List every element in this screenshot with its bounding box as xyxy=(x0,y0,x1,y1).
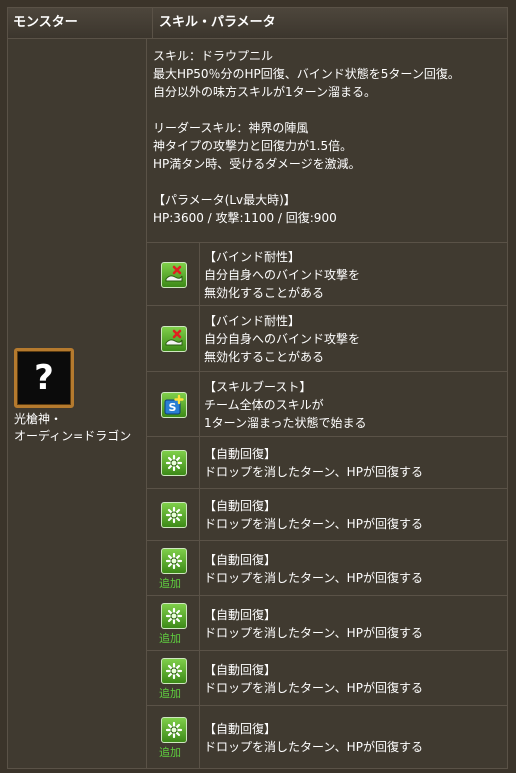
awakening-description: 自分自身へのバインド攻撃を xyxy=(204,268,361,282)
row-divider xyxy=(199,541,200,596)
header-monster: モンスター xyxy=(13,15,78,30)
additional-awakening-label: 追加 xyxy=(159,632,181,645)
monster-thumbnail[interactable]: ? xyxy=(14,348,74,408)
monster-name-line2: オーディン=ドラゴン xyxy=(14,429,132,443)
skill-description-1: 最大HP50％分のHP回復、バインド状態を5ターン回復。 xyxy=(153,67,460,81)
awakening-text: 【スキルブースト】 チーム全体のスキルが 1ターン溜まった状態で始まる xyxy=(204,378,367,432)
awakening-description: ドロップを消したターン、HPが回復する xyxy=(204,681,423,695)
row-divider xyxy=(199,706,200,769)
table-header: モンスター スキル・パラメータ xyxy=(8,8,507,39)
parameter-values: HP:3600 / 攻撃:1100 / 回復:900 xyxy=(153,211,337,225)
auto-heal-icon[interactable] xyxy=(161,658,187,684)
awakening-text: 【自動回復】ドロップを消したターン、HPが回復する xyxy=(204,497,423,533)
skill-boost-icon[interactable]: S xyxy=(161,392,187,418)
awakening-row: 追加 【自動回復】ドロップを消したターン、HPが回復する xyxy=(147,540,507,596)
awakening-text: 【バインド耐性】自分自身へのバインド攻撃を 無効化することがある xyxy=(204,248,360,302)
row-divider xyxy=(199,306,200,372)
awakening-description: チーム全体のスキルが xyxy=(204,398,324,412)
auto-heal-icon[interactable] xyxy=(161,502,187,528)
auto-heal-icon[interactable] xyxy=(161,717,187,743)
leader-skill-description-1: 神タイプの攻撃力と回復力が1.5倍。 xyxy=(153,139,353,153)
skill-description-2: 自分以外の味方スキルが1ターン溜まる。 xyxy=(153,85,377,99)
awakening-title: 【バインド耐性】 xyxy=(204,314,301,328)
awakening-description: 自分自身へのバインド攻撃を xyxy=(204,332,361,346)
awakening-row: S 【スキルブースト】 チーム全体のスキルが 1ターン溜まった状態で始まる xyxy=(147,371,507,437)
awakening-description: 無効化することがある xyxy=(204,286,325,300)
monster-skill-table: モンスター スキル・パラメータ ? 光槍神・ オーディン=ドラゴン スキル：ドラ… xyxy=(7,7,508,769)
row-divider xyxy=(199,437,200,489)
awakening-row: 追加 【自動回復】ドロップを消したターン、HPが回復する xyxy=(147,595,507,651)
row-divider xyxy=(199,651,200,706)
additional-awakening-label: 追加 xyxy=(159,687,181,700)
bind-resist-icon[interactable] xyxy=(161,262,187,288)
awakening-title: 【自動回復】 xyxy=(204,608,277,622)
awakening-text: 【自動回復】ドロップを消したターン、HPが回復する xyxy=(204,551,423,587)
auto-heal-icon[interactable] xyxy=(161,548,187,574)
awakening-description: ドロップを消したターン、HPが回復する xyxy=(204,517,423,531)
svg-text:S: S xyxy=(169,401,177,414)
awakening-description: ドロップを消したターン、HPが回復する xyxy=(204,571,423,585)
skill-info-block: スキル：ドラウプニル 最大HP50％分のHP回復、バインド状態を5ターン回復。 … xyxy=(147,39,507,227)
awakening-text: 【自動回復】ドロップを消したターン、HPが回復する xyxy=(204,445,423,481)
awakening-title: 【自動回復】 xyxy=(204,722,277,736)
awakening-row: 【自動回復】ドロップを消したターン、HPが回復する xyxy=(147,436,507,489)
row-divider xyxy=(199,596,200,651)
awakening-row: 【バインド耐性】自分自身へのバインド攻撃を 無効化することがある xyxy=(147,305,507,372)
unknown-monster-icon: ? xyxy=(34,358,54,398)
monster-name-line1: 光槍神・ xyxy=(14,412,63,426)
bind-resist-icon[interactable] xyxy=(161,326,187,352)
skill-name: スキル：ドラウプニル xyxy=(153,49,274,63)
awakening-description: ドロップを消したターン、HPが回復する xyxy=(204,626,423,640)
header-skill-parameter: スキル・パラメータ xyxy=(152,8,276,38)
row-divider xyxy=(199,243,200,306)
awakening-description: ドロップを消したターン、HPが回復する xyxy=(204,740,423,754)
awakening-title: 【自動回復】 xyxy=(204,447,277,461)
awakening-row: 【自動回復】ドロップを消したターン、HPが回復する xyxy=(147,488,507,541)
awakening-description: 1ターン溜まった状態で始まる xyxy=(204,416,367,430)
additional-awakening-label: 追加 xyxy=(159,746,181,759)
awakening-description: ドロップを消したターン、HPが回復する xyxy=(204,465,423,479)
awakening-text: 【バインド耐性】自分自身へのバインド攻撃を 無効化することがある xyxy=(204,312,360,366)
awakening-row: 追加 【自動回復】ドロップを消したターン、HPが回復する xyxy=(147,705,507,769)
awakening-row: 【バインド耐性】自分自身へのバインド攻撃を 無効化することがある xyxy=(147,242,507,306)
auto-heal-icon[interactable] xyxy=(161,450,187,476)
awakening-text: 【自動回復】ドロップを消したターン、HPが回復する xyxy=(204,720,423,756)
leader-skill-description-2: HP満タン時、受けるダメージを激減。 xyxy=(153,157,361,171)
row-divider xyxy=(199,372,200,437)
leader-skill-name: リーダースキル：神界の陣風 xyxy=(153,121,309,135)
monster-name: 光槍神・ オーディン=ドラゴン xyxy=(14,411,131,445)
awakening-row: 追加 【自動回復】ドロップを消したターン、HPが回復する xyxy=(147,650,507,706)
additional-awakening-label: 追加 xyxy=(159,577,181,590)
awakening-text: 【自動回復】ドロップを消したターン、HPが回復する xyxy=(204,606,423,642)
row-divider xyxy=(199,489,200,541)
awakening-title: 【自動回復】 xyxy=(204,553,277,567)
awakening-title: 【スキルブースト】 xyxy=(204,380,312,394)
awakening-text: 【自動回復】ドロップを消したターン、HPが回復する xyxy=(204,661,423,697)
awakening-title: 【自動回復】 xyxy=(204,663,277,677)
awakening-title: 【バインド耐性】 xyxy=(204,250,301,264)
auto-heal-icon[interactable] xyxy=(161,603,187,629)
parameter-title: 【パラメータ(Lv最大時)】 xyxy=(153,193,296,207)
awakening-title: 【自動回復】 xyxy=(204,499,277,513)
awakening-description: 無効化することがある xyxy=(204,350,325,364)
monster-cell: ? 光槍神・ オーディン=ドラゴン xyxy=(8,39,147,768)
